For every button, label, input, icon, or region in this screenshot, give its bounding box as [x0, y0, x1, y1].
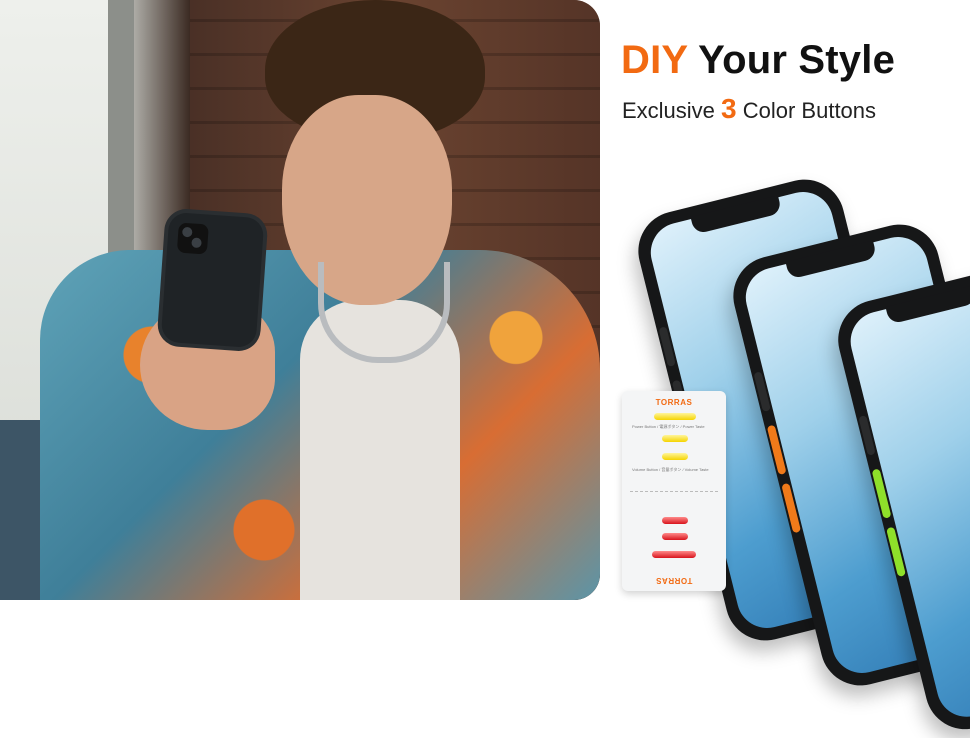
red-volume-button — [662, 533, 688, 540]
card-divider — [630, 491, 718, 492]
headline-accent: DIY — [621, 38, 688, 82]
yellow-volume-button — [662, 453, 688, 460]
card-brand-logo-bottom: TORRAS — [655, 576, 693, 585]
yellow-power-button — [654, 413, 696, 420]
subheadline: Exclusive 3 Color Buttons — [622, 93, 876, 125]
card-brand-logo: TORRAS — [655, 398, 693, 407]
red-volume-button — [662, 517, 688, 524]
headline-rest: Your Style — [687, 38, 896, 82]
camera-module-icon — [176, 222, 209, 255]
red-power-button — [652, 551, 696, 558]
subheadline-after: Color Buttons — [736, 98, 877, 123]
headline: DIY Your Style — [621, 38, 895, 83]
subheadline-number: 3 — [721, 93, 737, 124]
lifestyle-photo — [0, 0, 600, 600]
power-button-label: Power Button / 電源ボタン / Power Taste — [632, 424, 705, 429]
subheadline-before: Exclusive — [622, 98, 722, 123]
replacement-button-card: TORRAS Power Button / 電源ボタン / Power Tast… — [622, 391, 726, 591]
yellow-volume-button — [662, 435, 688, 442]
volume-button-label: Volume Button / 音量ボタン / Volume Taste — [632, 467, 709, 472]
held-phone-case — [160, 211, 265, 349]
